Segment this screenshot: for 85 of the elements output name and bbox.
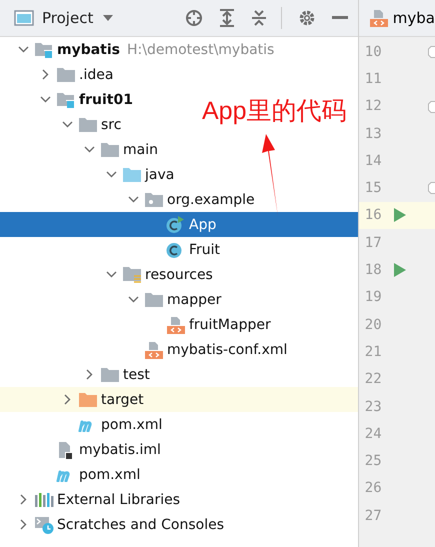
chevron-down-icon[interactable]	[40, 96, 50, 103]
tree-item[interactable]: mybatis.iml	[79, 442, 161, 458]
tree-item[interactable]: mybatis-conf.xml	[167, 342, 288, 358]
line-number: 13	[364, 126, 382, 142]
line-number: 21	[364, 344, 382, 360]
module-folder-icon	[34, 40, 54, 58]
tree-item[interactable]: fruitMapper	[189, 316, 271, 332]
run-icon[interactable]	[394, 263, 406, 278]
tree-item[interactable]: Scratches and Consoles	[57, 516, 224, 532]
folder-icon	[100, 366, 120, 382]
line-number: 23	[364, 398, 382, 414]
chevron-right-icon[interactable]	[20, 519, 26, 530]
fold-marker-icon[interactable]	[428, 100, 435, 113]
chevron-down-icon[interactable]	[18, 46, 28, 53]
folder-icon	[122, 166, 142, 182]
xml-file-icon	[368, 9, 389, 27]
line-number: 17	[364, 234, 382, 251]
folder-icon	[78, 392, 98, 408]
folder-icon	[100, 142, 120, 158]
run-icon[interactable]	[394, 208, 406, 222]
tree-item[interactable]: main	[123, 142, 158, 158]
module-folder-icon	[56, 90, 76, 108]
path-hint: H:\demotest\mybatis	[127, 42, 274, 58]
line-number: 22	[364, 371, 382, 388]
tree-item[interactable]: src	[101, 116, 122, 132]
chevron-down-icon[interactable]	[62, 121, 72, 128]
line-number: 12	[364, 98, 382, 114]
xml-file-icon	[166, 316, 186, 334]
dropdown-caret-icon[interactable]	[103, 15, 114, 21]
line-number: 24	[364, 426, 382, 442]
line-number: 16	[364, 207, 382, 224]
chevron-right-icon[interactable]	[64, 394, 70, 405]
tree-item[interactable]: pom.xml	[79, 466, 140, 482]
tree-item[interactable]: External Libraries	[57, 492, 180, 508]
tree-item[interactable]: .idea	[79, 66, 114, 82]
libraries-icon	[34, 492, 54, 508]
minimize-icon[interactable]	[332, 16, 348, 20]
tree-item[interactable]: fruit01	[79, 92, 133, 108]
annotation-text: App里的代码	[202, 97, 346, 125]
file-icon	[56, 440, 74, 458]
expand-all-icon[interactable]	[218, 9, 235, 27]
chevron-down-icon[interactable]	[84, 146, 94, 153]
folder-icon	[78, 116, 98, 132]
fold-marker-icon[interactable]	[428, 182, 435, 194]
runnable-class-icon	[166, 216, 184, 234]
crosshair-icon[interactable]	[184, 9, 203, 27]
chevron-right-icon[interactable]	[42, 69, 48, 80]
tree-item[interactable]: target	[101, 392, 144, 408]
chevron-down-icon[interactable]	[128, 296, 138, 303]
tree-item[interactable]: Fruit	[189, 242, 220, 258]
line-number: 26	[364, 480, 382, 496]
line-number: 14	[364, 152, 382, 169]
line-number: 19	[364, 289, 382, 306]
class-icon	[166, 240, 184, 258]
tree-item[interactable]: resources	[145, 266, 213, 282]
line-number: 18	[364, 262, 382, 278]
tree-item[interactable]: java	[145, 166, 174, 182]
collapse-all-icon[interactable]	[250, 9, 267, 27]
fold-marker-icon[interactable]	[428, 46, 435, 58]
line-number: 11	[364, 70, 382, 87]
window-icon	[14, 10, 34, 26]
line-number: 27	[364, 508, 382, 524]
line-number: 15	[364, 180, 382, 196]
line-number: 20	[364, 316, 382, 333]
resources-folder-icon	[122, 266, 142, 284]
tree-item[interactable]: mybatis	[57, 42, 120, 58]
package-icon	[144, 192, 164, 208]
line-number: 10	[364, 44, 382, 60]
chevron-down-icon[interactable]	[106, 171, 116, 178]
scratches-icon	[34, 516, 54, 534]
tree-item[interactable]: test	[123, 366, 150, 382]
tree-item[interactable]: org.example	[167, 192, 255, 208]
tree-item[interactable]: mapper	[167, 292, 222, 308]
folder-icon	[144, 292, 164, 308]
chevron-down-icon[interactable]	[106, 271, 116, 278]
chevron-down-icon[interactable]	[128, 196, 138, 203]
tree-item[interactable]: pom.xml	[101, 416, 162, 432]
panel-title[interactable]: Project	[42, 9, 94, 27]
tree-item[interactable]: App	[189, 216, 216, 232]
xml-file-icon	[144, 340, 164, 358]
folder-icon	[56, 66, 76, 82]
chevron-right-icon[interactable]	[86, 369, 92, 380]
settings-icon[interactable]	[298, 9, 316, 27]
line-number: 25	[364, 453, 382, 470]
chevron-right-icon[interactable]	[20, 494, 26, 505]
